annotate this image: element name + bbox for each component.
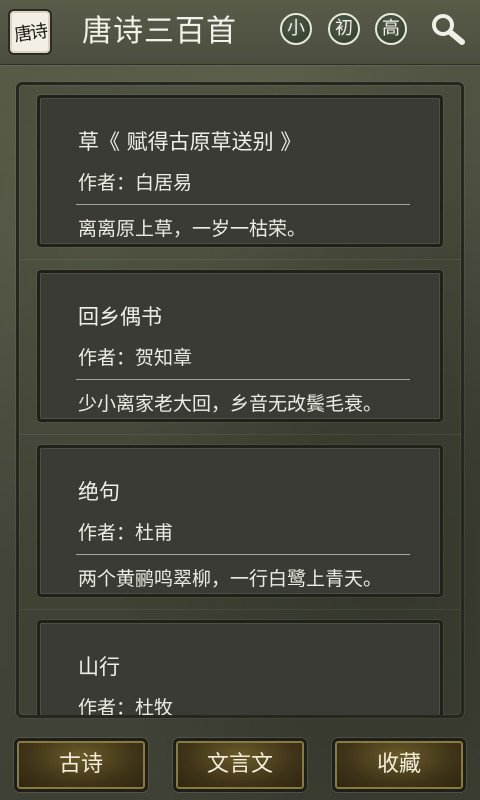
divider <box>76 554 410 555</box>
level-button-primary[interactable]: 小 <box>280 13 312 45</box>
app-header: 唐诗 唐诗三百首 小 初 高 <box>0 0 480 65</box>
poem-title: 山行 <box>78 655 120 679</box>
list-item[interactable]: 山行 作者：杜牧 <box>19 610 461 718</box>
poem-list[interactable]: 草《 赋得古原草送别 》 作者：白居易 离离原上草，一岁一枯荣。 回乡偶书 作者… <box>16 82 464 718</box>
poem-title: 草《 赋得古原草送别 》 <box>78 130 302 154</box>
poem-first-line: 两个黄鹂鸣翠柳，一行白鹭上青天。 <box>78 568 383 590</box>
poem-author: 作者：杜甫 <box>78 522 174 544</box>
tab-favorites[interactable]: 收藏 <box>332 738 466 792</box>
poem-first-line: 离离原上草，一岁一枯荣。 <box>78 218 307 240</box>
tab-ancient-poems[interactable]: 古诗 <box>14 738 148 792</box>
list-item[interactable]: 回乡偶书 作者：贺知章 少小离家老大回，乡音无改鬓毛衰。 <box>19 260 461 435</box>
level-button-senior[interactable]: 高 <box>375 13 407 45</box>
list-item[interactable]: 草《 赋得古原草送别 》 作者：白居易 离离原上草，一岁一枯荣。 <box>19 85 461 260</box>
level-button-junior[interactable]: 初 <box>328 13 360 45</box>
tab-classical-chinese[interactable]: 文言文 <box>173 738 307 792</box>
search-icon <box>432 14 465 45</box>
poem-title: 绝句 <box>78 480 120 504</box>
poem-title: 回乡偶书 <box>78 305 162 329</box>
page-title: 唐诗三百首 <box>82 14 237 49</box>
app-logo-text: 唐诗 <box>12 20 48 47</box>
poem-card[interactable]: 回乡偶书 作者：贺知章 少小离家老大回，乡音无改鬓毛衰。 <box>37 270 443 422</box>
poem-card[interactable]: 山行 作者：杜牧 <box>37 620 443 718</box>
divider <box>76 379 410 380</box>
poem-author: 作者：贺知章 <box>78 347 193 369</box>
bottom-nav: 古诗 文言文 收藏 <box>0 730 480 800</box>
poem-author: 作者：杜牧 <box>78 697 174 718</box>
divider <box>76 204 410 205</box>
search-button[interactable] <box>428 10 468 50</box>
poem-first-line: 少小离家老大回，乡音无改鬓毛衰。 <box>78 393 383 415</box>
poem-author: 作者：白居易 <box>78 172 193 194</box>
app-logo: 唐诗 <box>8 9 52 55</box>
list-item[interactable]: 绝句 作者：杜甫 两个黄鹂鸣翠柳，一行白鹭上青天。 <box>19 435 461 610</box>
poem-card[interactable]: 绝句 作者：杜甫 两个黄鹂鸣翠柳，一行白鹭上青天。 <box>37 445 443 597</box>
poem-card[interactable]: 草《 赋得古原草送别 》 作者：白居易 离离原上草，一岁一枯荣。 <box>37 95 443 247</box>
